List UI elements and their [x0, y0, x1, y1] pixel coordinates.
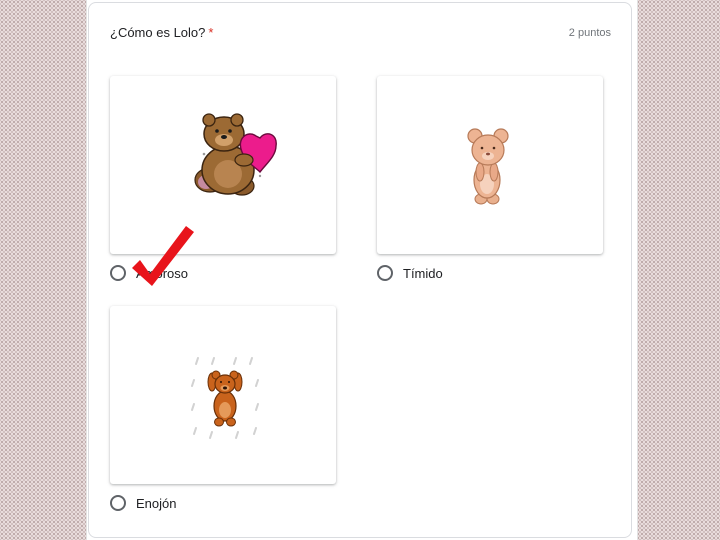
- option-label-enojon: Enojón: [136, 496, 177, 511]
- option-image-enojon[interactable]: [110, 306, 336, 484]
- option-label-timido: Tímido: [403, 266, 443, 281]
- angry-bear-icon: [191, 357, 259, 439]
- shy-bear-icon: [467, 128, 509, 205]
- radio-timido[interactable]: [377, 265, 393, 281]
- option-image-timido[interactable]: [377, 76, 603, 254]
- red-checkmark-icon: [132, 226, 194, 286]
- required-asterisk: *: [208, 25, 214, 40]
- question-title: ¿Cómo es Lolo? *: [110, 25, 213, 40]
- radio-amoroso[interactable]: [110, 265, 126, 281]
- radio-enojon[interactable]: [110, 495, 126, 511]
- question-title-text: ¿Cómo es Lolo?: [110, 25, 206, 40]
- points-label: 2 puntos: [568, 27, 611, 39]
